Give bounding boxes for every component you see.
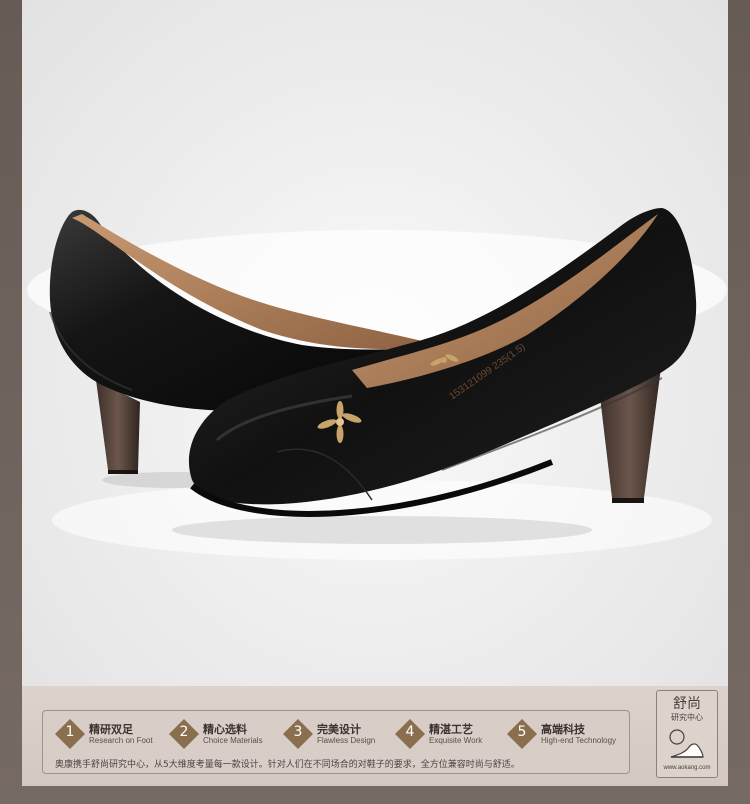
product-photo: 153121099 235(1.5) [22, 0, 728, 686]
features-panel: 1 精研双足 Research on Foot 2 精心选料 Choice Ma… [42, 710, 630, 774]
frame: 153121099 235(1.5) 1 精研双足 Research on Fo… [0, 0, 750, 804]
brand-logo: 舒尚 研究中心 www.aokang.com [656, 690, 718, 778]
feature-title-en: Exquisite Work [429, 736, 483, 745]
logo-subtitle: 研究中心 [671, 713, 703, 722]
feature-title-cn: 精湛工艺 [429, 723, 473, 736]
feature-band: 1 精研双足 Research on Foot 2 精心选料 Choice Ma… [22, 686, 728, 786]
logo-title: 舒尚 [673, 696, 701, 712]
number-badge: 5 [507, 719, 537, 749]
shoe-in-circle-icon [669, 729, 704, 758]
feature-title-en: Choice Materials [203, 736, 263, 745]
feature-title-cn: 完美设计 [317, 723, 361, 736]
feature-title-en: High-end Technology [541, 736, 617, 745]
shoes-illustration: 153121099 235(1.5) [27, 208, 727, 560]
number-badge: 4 [395, 719, 425, 749]
description-text: 奥康携手舒尚研究中心，从5大维度考量每一款设计。针对人们在不同场合的对鞋子的要求… [55, 760, 520, 770]
number-badge: 2 [169, 719, 199, 749]
feature-title-cn: 精研双足 [89, 723, 133, 736]
feature-title-cn: 高端科技 [541, 723, 585, 736]
number-badge: 1 [55, 719, 85, 749]
feature-title-en: Research on Foot [89, 736, 153, 745]
number-badge: 3 [283, 719, 313, 749]
feature-title-en: Flawless Design [317, 736, 376, 745]
logo-url: www.aokang.com [663, 765, 711, 771]
feature-title-cn: 精心选料 [203, 723, 247, 736]
